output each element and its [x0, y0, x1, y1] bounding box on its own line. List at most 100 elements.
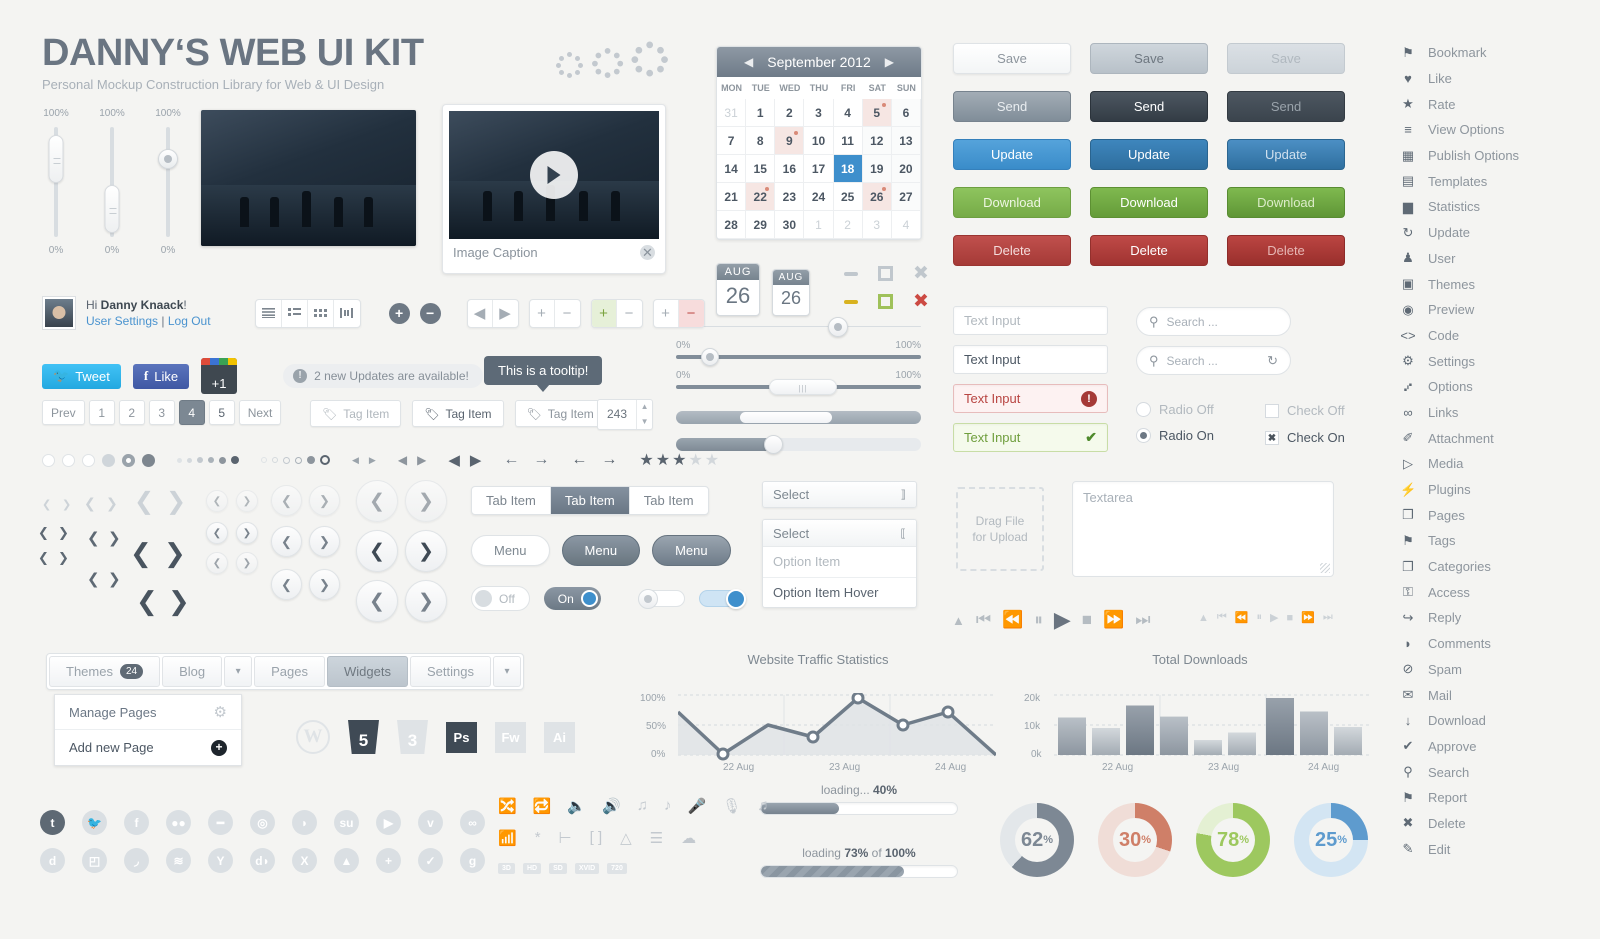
- circle-prev-button[interactable]: ❮: [206, 490, 228, 512]
- calendar-day[interactable]: 17: [804, 155, 834, 183]
- calendar-day[interactable]: 5: [862, 99, 892, 127]
- tag-item-3[interactable]: 🏷 Tag Item: [514, 400, 606, 427]
- arrow-pair-m[interactable]: ◀ ▶: [448, 451, 481, 469]
- pagination-page-5[interactable]: 5: [208, 400, 235, 425]
- chevron-right-icon[interactable]: ❯: [106, 496, 118, 512]
- send-button[interactable]: Send: [1227, 91, 1345, 122]
- rewind-icon[interactable]: ⏪: [1002, 610, 1023, 630]
- plus-icon[interactable]: +: [654, 299, 679, 327]
- tag-item-2[interactable]: 🏷 Tag Item: [412, 400, 504, 427]
- xing-icon[interactable]: X: [292, 848, 317, 873]
- chevron-left-icon[interactable]: ❮: [87, 570, 100, 588]
- lastfm2-icon[interactable]: ∞: [460, 810, 485, 835]
- yahoo-icon[interactable]: Y: [208, 848, 233, 873]
- calendar-day[interactable]: 11: [833, 127, 863, 155]
- calendar-day[interactable]: 3: [862, 211, 892, 239]
- arrow-left-icon[interactable]: ←: [571, 451, 587, 469]
- plus-icon[interactable]: +: [591, 299, 617, 327]
- google-icon[interactable]: g: [460, 848, 485, 873]
- twitter-bird-icon[interactable]: t: [40, 810, 65, 835]
- select-option-1[interactable]: Option Item: [763, 547, 916, 577]
- calendar-day[interactable]: 21: [717, 183, 747, 211]
- thin-slider[interactable]: [676, 316, 921, 337]
- star-icon[interactable]: ★: [656, 450, 670, 470]
- facebook-like-button[interactable]: f Like: [132, 363, 190, 389]
- text-input-error[interactable]: Text Input !: [953, 384, 1108, 413]
- delicious-icon[interactable]: d: [40, 848, 65, 873]
- bluetooth-icon[interactable]: *: [535, 829, 541, 847]
- calendar-day[interactable]: 8: [746, 127, 776, 155]
- chevron-right-icon[interactable]: ❯: [164, 539, 186, 569]
- forrst-icon[interactable]: ▲: [334, 848, 359, 873]
- calendar-day[interactable]: 31: [717, 99, 747, 127]
- toggle-off[interactable]: Off: [471, 586, 530, 611]
- sidebar-item-attachment[interactable]: ✐ Attachment: [1400, 425, 1580, 451]
- chevron-down-icon[interactable]: ▾: [492, 656, 521, 687]
- eject-icon[interactable]: ▲: [952, 613, 965, 628]
- slider-track[interactable]: |||: [676, 379, 921, 395]
- sidebar-item-approve[interactable]: ✔ Approve: [1400, 734, 1580, 760]
- tab-item-3[interactable]: Tab Item: [630, 487, 708, 514]
- tab-item-2[interactable]: Tab Item: [550, 487, 630, 514]
- calendar-day[interactable]: 2: [775, 99, 805, 127]
- shuffle-icon[interactable]: 🔀: [498, 797, 517, 815]
- minimize-icon[interactable]: [844, 271, 858, 276]
- menu-button-dark-2[interactable]: Menu: [652, 535, 731, 566]
- mic-icon[interactable]: 🎤: [688, 797, 707, 815]
- sidebar-item-code[interactable]: <> Code: [1400, 323, 1580, 349]
- quantity-stepper[interactable]: 243 ▲ ▼: [597, 399, 654, 430]
- sidebar-item-access[interactable]: ⚿ Access: [1400, 579, 1580, 605]
- vertical-slider-2[interactable]: 100% 0%: [98, 108, 126, 256]
- wifi-icon[interactable]: 📶: [498, 829, 517, 847]
- close-icon[interactable]: ✖: [913, 264, 929, 283]
- sidebar-item-rate[interactable]: ★ Rate: [1400, 91, 1580, 117]
- chevron-left-icon[interactable]: ◀: [448, 451, 460, 469]
- stumbleupon-icon[interactable]: su: [334, 810, 359, 835]
- slider-knob[interactable]: [158, 149, 178, 169]
- sidebar-item-tags[interactable]: ⚑ Tags: [1400, 528, 1580, 554]
- tab-item-1[interactable]: Tab Item: [472, 487, 551, 514]
- chevron-left-icon[interactable]: ◀: [398, 453, 407, 467]
- pagination-next[interactable]: Next: [238, 400, 282, 425]
- calendar-widget[interactable]: ◀ September 2012 ▶ MON TUE WED THU FRI SAT SUN…: [716, 46, 922, 240]
- dribbble-icon[interactable]: ◎: [250, 810, 275, 835]
- menu-row-add-page[interactable]: Add new Page +: [55, 730, 241, 765]
- calendar-day[interactable]: 25: [833, 183, 863, 211]
- arrow-pair-s[interactable]: ◀ ▶: [398, 453, 426, 467]
- search-input-1[interactable]: ⚲ Search ...: [1136, 307, 1291, 336]
- star-rating[interactable]: ★ ★ ★ ★ ★: [639, 450, 719, 470]
- detail-view-icon[interactable]: [282, 299, 308, 327]
- send-button[interactable]: Send: [953, 91, 1071, 122]
- circle-prev-button[interactable]: ❮: [206, 552, 228, 574]
- slider-knob[interactable]: [48, 135, 64, 183]
- google-plus-button[interactable]: +1: [201, 358, 238, 394]
- skip-forward-icon[interactable]: ⏭: [1135, 610, 1150, 630]
- dots-small-outline[interactable]: [261, 455, 330, 465]
- file-dropzone[interactable]: Drag File for Upload: [956, 487, 1044, 571]
- calendar-day[interactable]: 22: [746, 183, 776, 211]
- calendar-day[interactable]: 1: [746, 99, 776, 127]
- minus-icon[interactable]: −: [419, 302, 441, 324]
- chevron-right-icon[interactable]: ❯: [108, 529, 121, 547]
- minus-icon[interactable]: −: [617, 300, 642, 327]
- chevron-right-icon[interactable]: ❯: [108, 570, 121, 588]
- fast-forward-icon[interactable]: ⏩: [1103, 610, 1124, 630]
- scrollbar-thumb[interactable]: [764, 435, 784, 454]
- stepper-value[interactable]: 243: [598, 400, 636, 429]
- chevron-right-icon[interactable]: ▶: [417, 453, 426, 467]
- chevron-left-icon[interactable]: ❮: [84, 496, 96, 512]
- slider-knob[interactable]: [701, 348, 720, 366]
- slider-track[interactable]: [676, 316, 921, 337]
- skip-back-icon[interactable]: ⏮: [976, 610, 991, 630]
- sidebar-item-settings[interactable]: ⚙ Settings: [1400, 348, 1580, 374]
- sidebar-item-download[interactable]: ↓ Download: [1400, 708, 1580, 734]
- save-button[interactable]: Save: [1090, 43, 1208, 74]
- sidebar-item-media[interactable]: ▷ Media: [1400, 451, 1580, 477]
- flickr-icon[interactable]: ●●: [166, 810, 191, 835]
- circle-next-button[interactable]: ❯: [405, 580, 447, 622]
- sidebar-item-comments[interactable]: ◗ Comments: [1400, 631, 1580, 657]
- chevron-left-icon[interactable]: ◀: [744, 55, 753, 69]
- drive-icon[interactable]: △: [620, 829, 632, 847]
- sidebar-item-like[interactable]: ♥ Like: [1400, 66, 1580, 92]
- close-icon[interactable]: ✖: [913, 292, 929, 311]
